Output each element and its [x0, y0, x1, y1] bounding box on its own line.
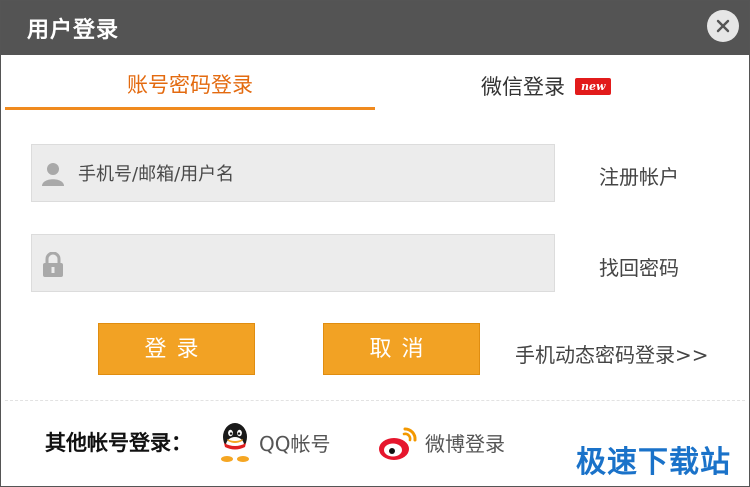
forgot-password-link[interactable]: 找回密码 [599, 252, 679, 281]
username-field[interactable] [31, 144, 555, 203]
password-input[interactable] [76, 235, 540, 293]
new-badge: new [575, 77, 612, 95]
close-button[interactable] [707, 10, 739, 42]
watermark-text: 极速下载站 [576, 445, 731, 480]
username-input[interactable] [76, 145, 540, 203]
user-icon [42, 163, 64, 186]
tab-account-label: 账号密码登录 [127, 73, 253, 97]
qq-icon [221, 423, 249, 462]
divider [5, 400, 745, 401]
title-bar: 用户登录 [1, 1, 749, 55]
tab-wechat-label: 微信登录 [481, 75, 565, 99]
login-button[interactable]: 登录 [98, 323, 255, 375]
tab-account-login[interactable]: 账号密码登录 [5, 63, 375, 110]
cancel-button[interactable]: 取消 [323, 323, 480, 375]
weibo-icon [379, 427, 417, 460]
login-dialog: 用户登录 账号密码登录 微信登录 new 注册帐户 找回密码 登录 取消 手机动态… [0, 0, 750, 487]
qq-login-label: QQ帐号 [259, 432, 331, 456]
close-icon [716, 19, 730, 33]
window-title: 用户登录 [27, 18, 120, 43]
weibo-login-label: 微博登录 [425, 432, 505, 456]
other-login-label: 其他帐号登录： [45, 431, 192, 455]
register-link[interactable]: 注册帐户 [599, 161, 679, 190]
lock-icon [43, 252, 63, 277]
tab-wechat-login[interactable]: 微信登录 new [481, 71, 612, 107]
password-field[interactable] [31, 234, 555, 293]
mobile-code-login-link[interactable]: 手机动态密码登录>> [515, 339, 709, 368]
